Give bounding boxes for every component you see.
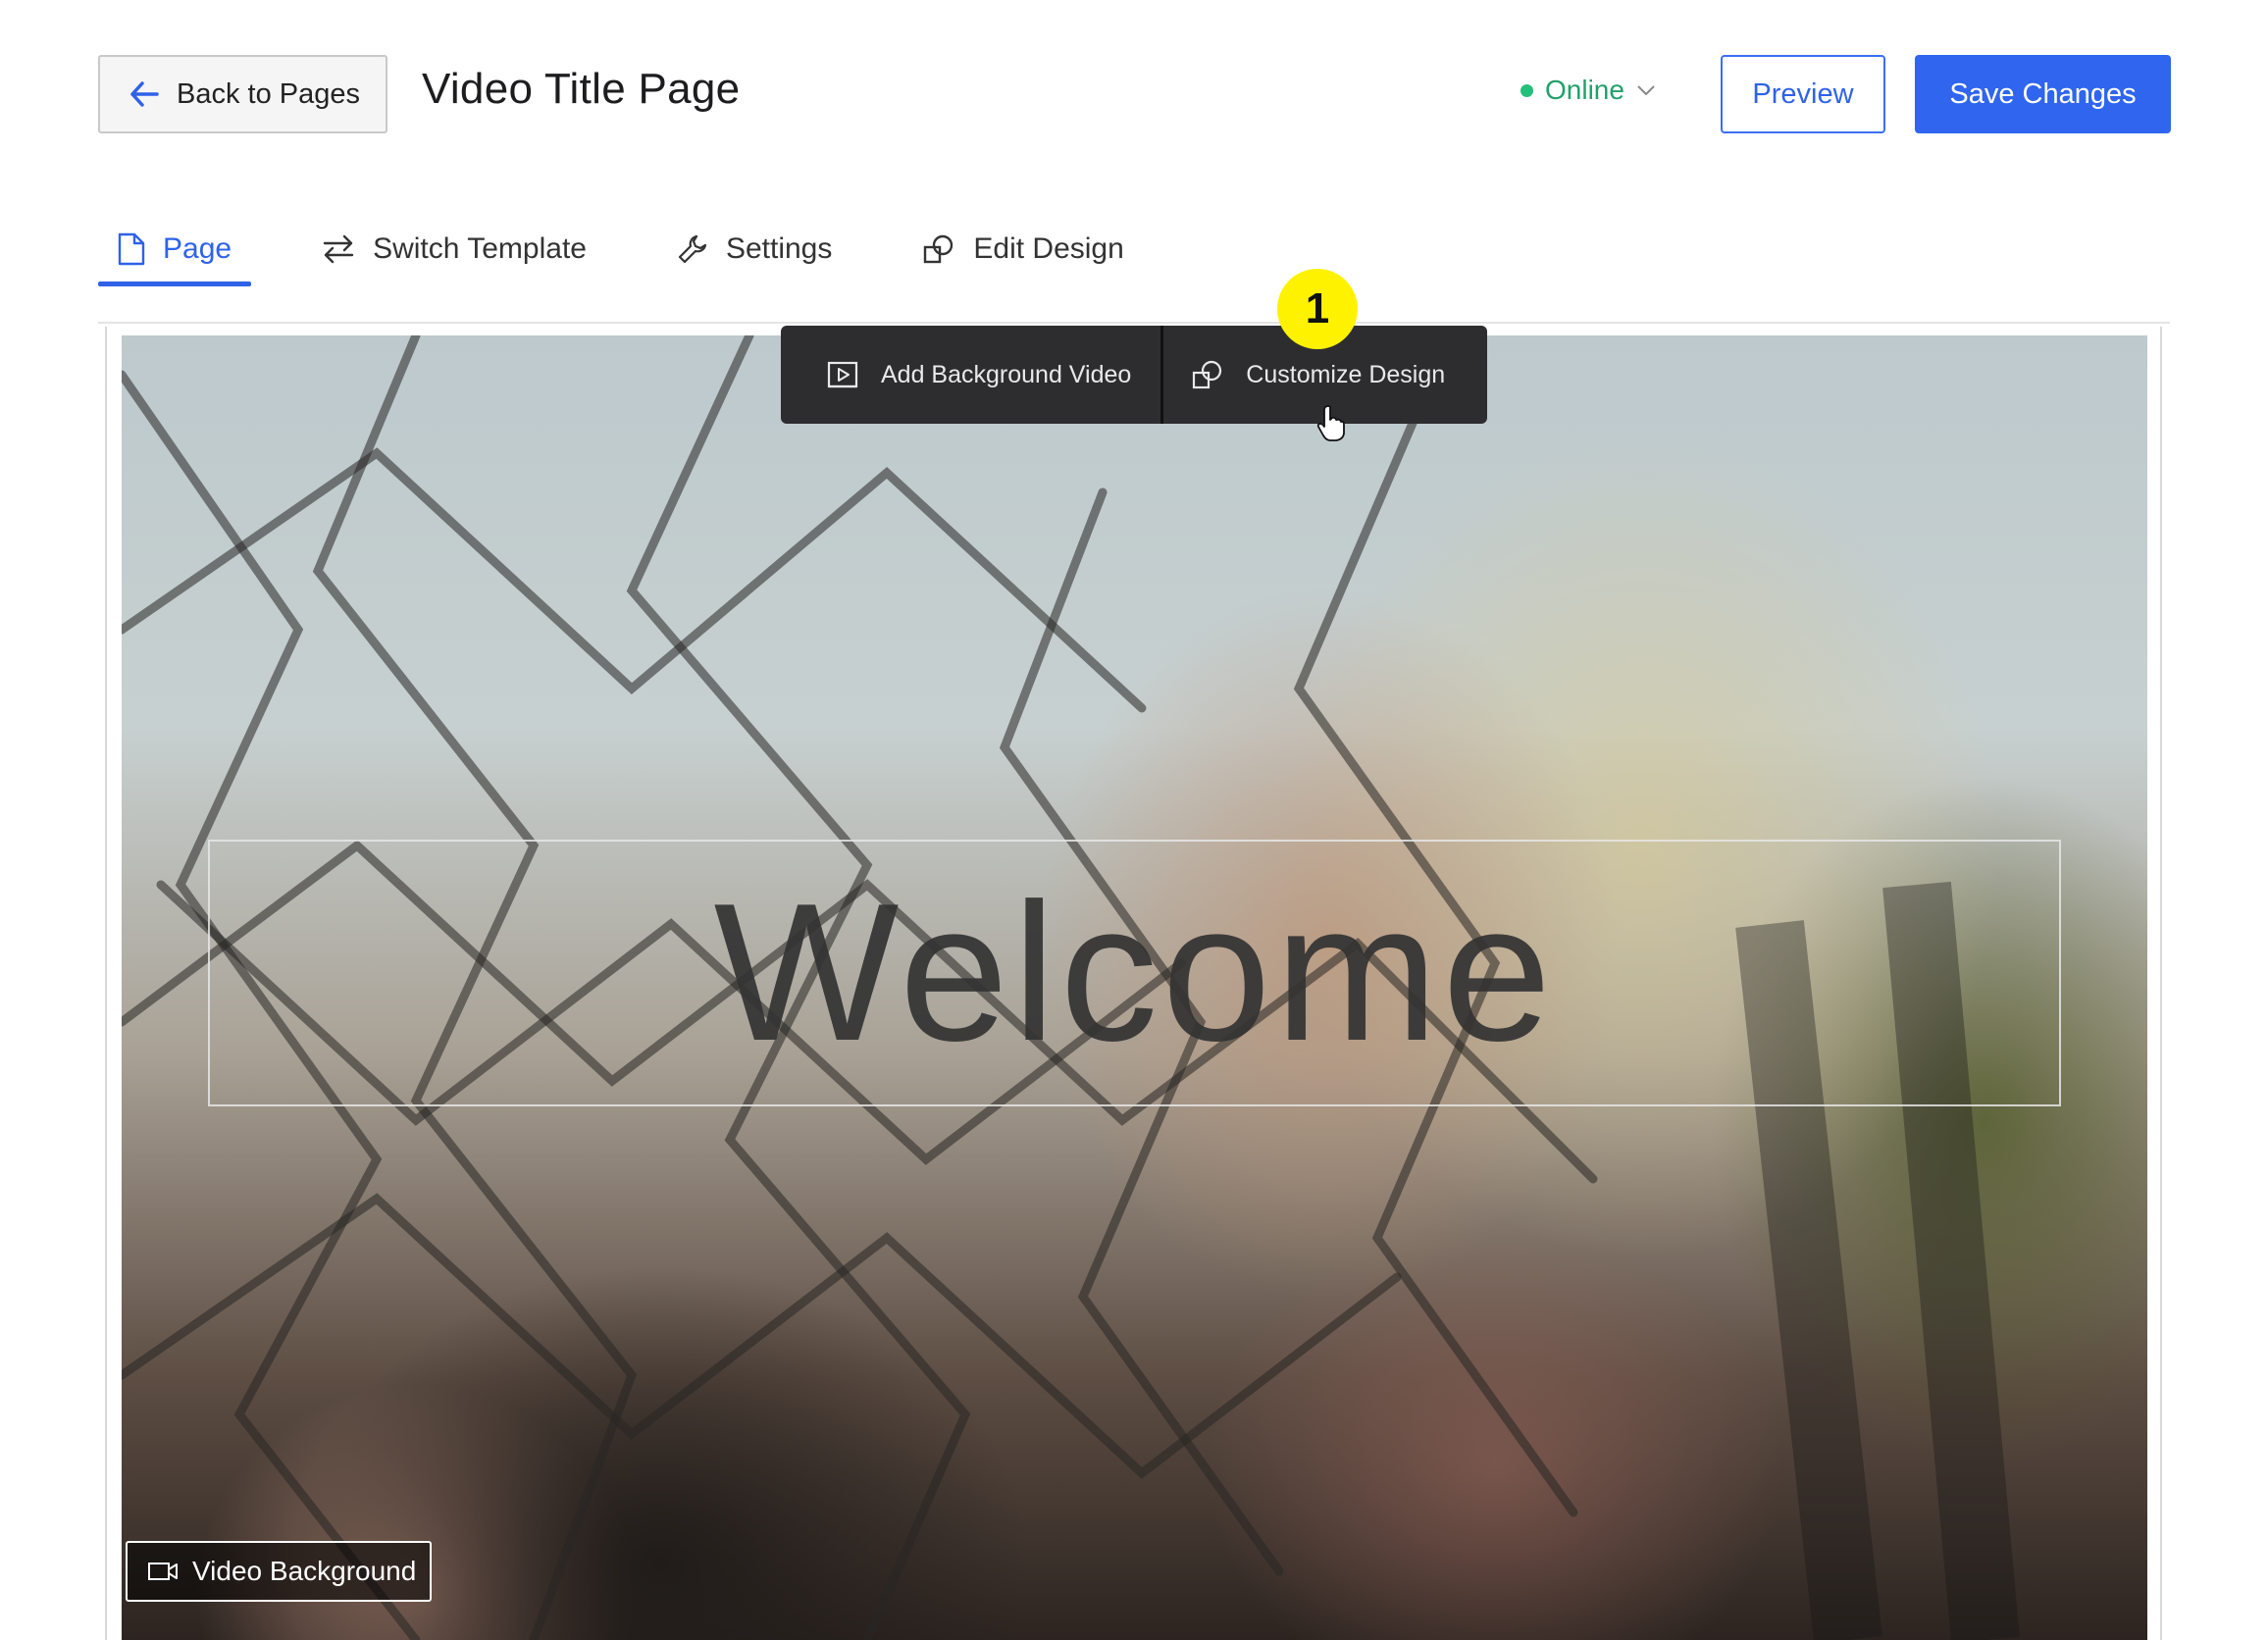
video-background-button[interactable]: Video Background [126,1541,432,1602]
status-label: Online [1545,75,1624,105]
step-number-badge: 1 [1277,269,1358,349]
tab-edit-design[interactable]: Edit Design [902,218,1143,281]
arrow-left-icon [129,81,159,107]
page-title: Video Title Page [422,65,741,113]
customize-design-label: Customize Design [1246,360,1446,388]
tab-switch-template-label: Switch Template [373,232,587,265]
back-to-pages-button[interactable]: Back to Pages [98,55,387,133]
document-icon [118,232,145,266]
tab-edit-design-label: Edit Design [973,232,1124,265]
design-shapes-icon [1191,358,1224,391]
chevron-down-icon [1636,84,1656,96]
welcome-text-block[interactable]: Welcome [208,840,2061,1106]
welcome-heading: Welcome [713,863,1556,1082]
online-status-dot [1521,83,1533,97]
back-to-pages-label: Back to Pages [177,77,360,110]
preview-button[interactable]: Preview [1721,55,1885,133]
tab-switch-template[interactable]: Switch Template [302,218,606,281]
video-background-section[interactable]: Welcome [122,335,2147,1640]
hand-pointer-icon [1316,404,1346,443]
design-shapes-icon [922,232,955,266]
add-background-video-button[interactable]: Add Background Video [781,326,1160,424]
top-bar: Back to Pages Video Title Page Online Pr… [0,0,2268,286]
tabs-divider [98,322,2170,324]
tab-settings-label: Settings [725,232,833,265]
video-background-label: Video Background [192,1556,417,1586]
add-background-video-label: Add Background Video [881,360,1132,388]
video-camera-icon [147,1560,179,1583]
tab-settings[interactable]: Settings [657,218,851,281]
editor-tabs: Page Switch Template Settings Edit Desig… [98,218,1195,286]
tab-page-label: Page [163,232,232,265]
swap-arrows-icon [322,234,355,264]
section-toolbar: Add Background Video Customize Design [781,326,1487,424]
video-play-icon [826,360,859,389]
status-dropdown[interactable]: Online [1521,75,1656,106]
wrench-icon [677,233,708,265]
save-changes-button[interactable]: Save Changes [1915,55,2171,133]
tab-page[interactable]: Page [98,218,252,286]
